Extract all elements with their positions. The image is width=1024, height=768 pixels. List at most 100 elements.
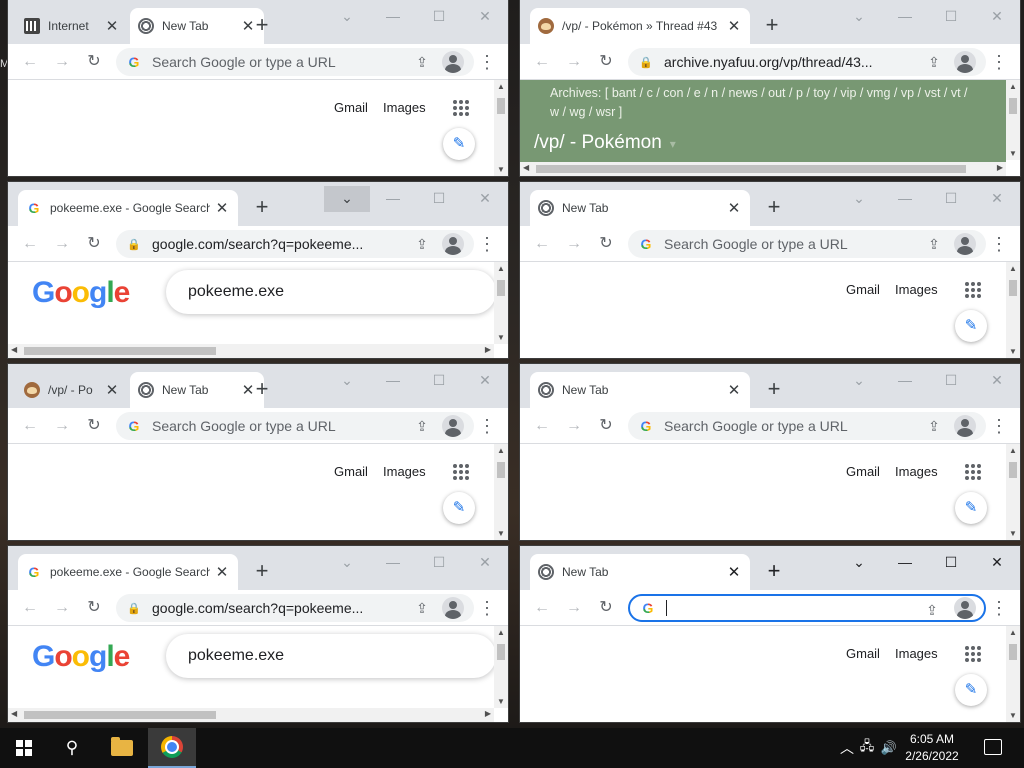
customize-pencil-icon[interactable]: ✎: [955, 492, 987, 524]
menu-icon[interactable]: ⋮: [478, 596, 496, 620]
omnibox[interactable]: G Search Google or type a URL ⇪ ☆: [116, 412, 474, 440]
tab-google-search[interactable]: G pokeeme.exe - Google Search ✕: [18, 190, 238, 226]
close-window-button[interactable]: ✕: [462, 550, 508, 574]
minimize-button[interactable]: —: [370, 550, 416, 574]
vertical-scrollbar[interactable]: ▲ ▼: [1006, 444, 1020, 540]
gmail-link[interactable]: Gmail: [334, 464, 368, 479]
google-logo[interactable]: Google: [32, 276, 130, 310]
tab-search-button[interactable]: ⌄: [836, 186, 882, 210]
tab-close-icon[interactable]: ✕: [104, 17, 120, 35]
show-hidden-icons-button[interactable]: ︿: [838, 738, 856, 758]
tab-search-button[interactable]: ⌄: [324, 186, 370, 212]
tab-google-search[interactable]: G pokeeme.exe - Google Search ✕: [18, 554, 238, 590]
chrome-taskbar-button[interactable]: [148, 728, 196, 768]
minimize-button[interactable]: —: [882, 186, 928, 210]
clock[interactable]: 6:05 AM 2/26/2022: [896, 731, 968, 765]
horizontal-scrollbar[interactable]: ◀ ▶: [520, 162, 1006, 176]
vertical-scrollbar[interactable]: ▲ ▼: [1006, 80, 1020, 160]
vertical-scrollbar[interactable]: ▲ ▼: [1006, 262, 1020, 358]
images-link[interactable]: Images: [383, 100, 426, 115]
omnibox[interactable]: G Search Google or type a URL ⇪ ☆: [628, 230, 986, 258]
back-button[interactable]: ←: [530, 232, 554, 256]
reload-button[interactable]: ↻: [594, 50, 618, 74]
horizontal-scrollbar[interactable]: ◀ ▶: [8, 344, 494, 358]
archives-nav[interactable]: Archives: [ bant / c / con / e / n / new…: [550, 84, 970, 122]
apps-grid-icon[interactable]: [965, 464, 981, 480]
omnibox[interactable]: G Search Google or type a URL ⇪ ☆: [116, 48, 474, 76]
menu-icon[interactable]: ⋮: [990, 596, 1008, 620]
tab-close-icon[interactable]: ✕: [726, 563, 742, 581]
back-button[interactable]: ←: [530, 50, 554, 74]
tab-close-icon[interactable]: ✕: [726, 17, 742, 35]
minimize-button[interactable]: —: [882, 550, 928, 574]
maximize-button[interactable]: ☐: [928, 186, 974, 210]
tab-new-tab[interactable]: New Tab ✕: [530, 554, 750, 590]
tab-close-icon[interactable]: ✕: [104, 381, 120, 399]
gmail-link[interactable]: Gmail: [846, 646, 880, 661]
menu-icon[interactable]: ⋮: [990, 414, 1008, 438]
omnibox[interactable]: G Search Google or type a URL ⇪ ☆: [628, 412, 986, 440]
tab-internet[interactable]: Internet ✕: [16, 8, 128, 44]
gmail-link[interactable]: Gmail: [334, 100, 368, 115]
forward-button[interactable]: →: [562, 414, 586, 438]
maximize-button[interactable]: ☐: [928, 368, 974, 392]
profile-avatar[interactable]: [442, 233, 464, 255]
apps-grid-icon[interactable]: [965, 646, 981, 662]
tab-new-tab[interactable]: New Tab ✕: [530, 372, 750, 408]
profile-avatar[interactable]: [954, 415, 976, 437]
vertical-scrollbar[interactable]: ▲ ▼: [494, 80, 508, 176]
close-window-button[interactable]: ✕: [462, 186, 508, 210]
new-tab-button[interactable]: +: [248, 558, 276, 586]
new-tab-button[interactable]: +: [758, 12, 786, 40]
back-button[interactable]: ←: [18, 232, 42, 256]
profile-avatar[interactable]: [954, 233, 976, 255]
file-explorer-button[interactable]: [98, 728, 146, 768]
back-button[interactable]: ←: [18, 414, 42, 438]
tab-search-button[interactable]: ⌄: [836, 368, 882, 392]
gmail-link[interactable]: Gmail: [846, 282, 880, 297]
tab-close-icon[interactable]: ✕: [214, 199, 230, 217]
new-tab-button[interactable]: +: [248, 12, 276, 40]
board-dropdown-icon[interactable]: ▾: [670, 137, 676, 151]
reload-button[interactable]: ↻: [82, 414, 106, 438]
profile-avatar[interactable]: [442, 597, 464, 619]
new-tab-button[interactable]: +: [760, 558, 788, 586]
search-query-box[interactable]: pokeeme.exe: [166, 634, 496, 678]
close-window-button[interactable]: ✕: [974, 4, 1020, 28]
images-link[interactable]: Images: [895, 646, 938, 661]
new-tab-button[interactable]: +: [248, 194, 276, 222]
omnibox[interactable]: 🔒 google.com/search?q=pokeeme... ⇪ ☆: [116, 594, 474, 622]
tab-new-tab[interactable]: New Tab ✕: [130, 372, 264, 408]
omnibox-focused[interactable]: G ⇪ ☆: [628, 594, 986, 622]
share-icon[interactable]: ⇪: [410, 232, 434, 256]
close-window-button[interactable]: ✕: [974, 186, 1020, 210]
profile-avatar[interactable]: [954, 51, 976, 73]
tab-new-tab[interactable]: New Tab ✕: [530, 190, 750, 226]
customize-pencil-icon[interactable]: ✎: [955, 674, 987, 706]
vertical-scrollbar[interactable]: ▲ ▼: [494, 444, 508, 540]
tab-new-tab[interactable]: New Tab ✕: [130, 8, 264, 44]
maximize-button[interactable]: ☐: [928, 4, 974, 28]
back-button[interactable]: ←: [530, 596, 554, 620]
customize-pencil-icon[interactable]: ✎: [955, 310, 987, 342]
menu-icon[interactable]: ⋮: [478, 232, 496, 256]
forward-button[interactable]: →: [50, 50, 74, 74]
minimize-button[interactable]: —: [370, 186, 416, 210]
maximize-button[interactable]: ☐: [928, 550, 974, 574]
customize-pencil-icon[interactable]: ✎: [443, 128, 475, 160]
images-link[interactable]: Images: [895, 464, 938, 479]
menu-icon[interactable]: ⋮: [478, 50, 496, 74]
menu-icon[interactable]: ⋮: [990, 232, 1008, 256]
google-logo[interactable]: Google: [32, 640, 130, 674]
forward-button[interactable]: →: [562, 596, 586, 620]
tab-search-button[interactable]: ⌄: [836, 550, 882, 574]
tab-close-icon[interactable]: ✕: [726, 381, 742, 399]
search-query-box[interactable]: pokeeme.exe: [166, 270, 496, 314]
profile-avatar[interactable]: [954, 597, 976, 619]
tab-close-icon[interactable]: ✕: [726, 199, 742, 217]
share-icon[interactable]: ⇪: [410, 414, 434, 438]
menu-icon[interactable]: ⋮: [990, 50, 1008, 74]
tab-search-button[interactable]: ⌄: [324, 550, 370, 574]
images-link[interactable]: Images: [383, 464, 426, 479]
forward-button[interactable]: →: [50, 414, 74, 438]
